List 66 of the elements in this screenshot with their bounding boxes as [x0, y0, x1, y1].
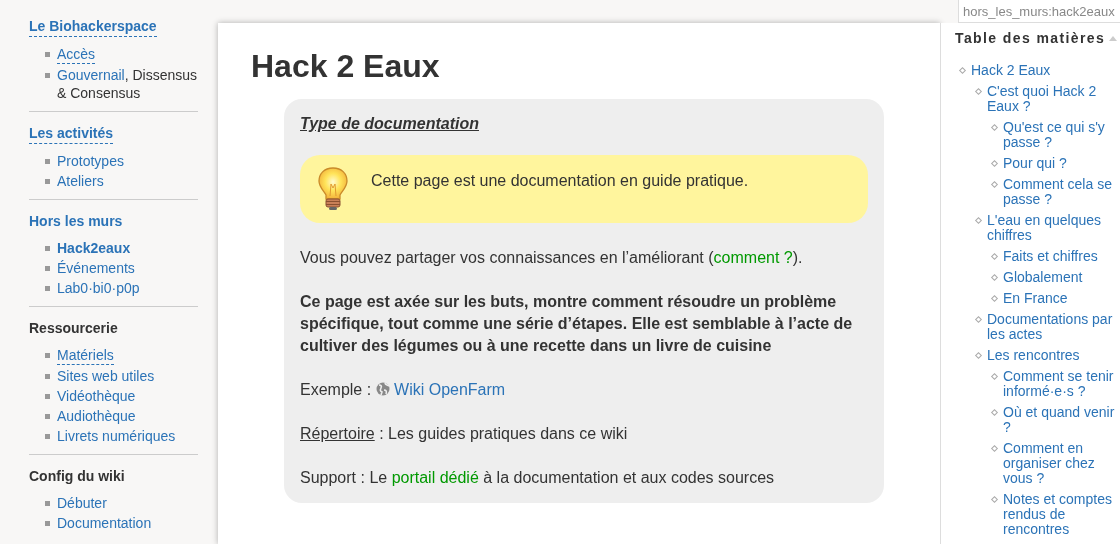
- sidebar-heading[interactable]: Hors les murs: [29, 211, 123, 231]
- sidebar-link[interactable]: Vidéothèque: [57, 387, 136, 405]
- bullet-icon: [45, 246, 50, 251]
- bullet-icon: [45, 434, 50, 439]
- globe-icon: [375, 382, 390, 396]
- paragraph: Répertoire : Les guides pratiques dans ce wiki: [300, 424, 629, 444]
- sidebar-link[interactable]: Sites web utiles: [57, 367, 155, 385]
- sidebar-heading: Ressourcerie: [29, 319, 118, 338]
- toc-link[interactable]: Comment en organiser chez vous ?: [1003, 440, 1120, 491]
- bullet-icon: [45, 52, 50, 57]
- toc-link[interactable]: En France: [1003, 290, 1120, 311]
- toc-link[interactable]: L'eau en quelques chiffres: [987, 212, 1120, 248]
- panel-heading: Type de documentation: [300, 115, 479, 133]
- sidebar-link[interactable]: Hack2eaux: [57, 239, 131, 257]
- toc-link[interactable]: Hack 2 Eaux: [971, 62, 1120, 83]
- note-text: Cette page est une documentation en guide pratique.: [371, 172, 749, 190]
- toc-link[interactable]: Comment cela se passe ?: [1003, 176, 1120, 212]
- bullet-icon: [45, 414, 50, 419]
- toc-link[interactable]: Faits et chiffres: [1003, 248, 1120, 269]
- bullet-icon: [45, 374, 50, 379]
- link[interactable]: portail dédié: [391, 469, 479, 486]
- bullet-icon: [45, 266, 50, 271]
- toc-link[interactable]: Les rencontres: [987, 347, 1120, 368]
- sidebar-heading[interactable]: Le Biohackerspace: [29, 16, 157, 37]
- link[interactable]: Répertoire: [300, 425, 375, 442]
- bullet-icon: [45, 286, 50, 291]
- sidebar-link[interactable]: Prototypes: [57, 152, 124, 170]
- paragraph: Support : Le portail dédié à la documentation et aux codes sources: [300, 468, 776, 488]
- toc-title: Table des matières: [955, 30, 1106, 46]
- bullet-icon: [45, 159, 50, 164]
- external-link[interactable]: Wiki OpenFarm: [394, 381, 506, 398]
- link[interactable]: comment ?: [713, 249, 793, 266]
- sidebar-heading: Config du wiki: [29, 467, 125, 486]
- sidebar-link[interactable]: Audiothèque: [57, 407, 136, 425]
- bullet-icon: [45, 501, 50, 506]
- toc-link[interactable]: C'est quoi Hack 2 Eaux ?: [987, 83, 1120, 119]
- light-bulb-icon: [315, 166, 351, 212]
- sidebar-link[interactable]: Documentation: [57, 514, 152, 532]
- bullet-icon: [45, 73, 50, 78]
- toc-link[interactable]: Documentations par les actes: [987, 311, 1120, 347]
- sidebar-link[interactable]: Gouvernail: [57, 67, 125, 83]
- paragraph: Vous pouvez partager vos connaissances en l’améliorant (comment ?).: [300, 248, 804, 268]
- bullet-icon: [45, 353, 50, 358]
- toc-link[interactable]: Comment se tenir informé·e·s ?: [1003, 368, 1120, 404]
- sidebar-link[interactable]: Débuter: [57, 494, 107, 512]
- sidebar-link[interactable]: Livrets numériques: [57, 427, 176, 445]
- bullet-icon: [45, 394, 50, 399]
- sidebar-link[interactable]: Événements: [57, 259, 135, 277]
- sidebar-link[interactable]: Accès: [57, 45, 96, 64]
- bullet-icon: [45, 521, 50, 526]
- bullet-icon: [45, 179, 50, 184]
- paragraph: Exemple : Wiki OpenFarm: [300, 380, 507, 400]
- page-title: Hack 2 Eaux: [251, 47, 441, 86]
- toc-link[interactable]: Pour qui ?: [1003, 155, 1120, 176]
- collapse-icon[interactable]: [1109, 35, 1118, 41]
- sidebar-link[interactable]: Ateliers: [57, 172, 104, 190]
- sidebar-link[interactable]: Matériels: [57, 346, 114, 365]
- sidebar-link[interactable]: Lab0·bi0·p0p: [57, 279, 140, 297]
- toc-link[interactable]: Globalement: [1003, 269, 1120, 290]
- paragraph: Ce page est axée sur les buts, montre comment résoudre un problème spécifique, tout comme une série d’étapes. Elle est semblable à l’acte de cultiver des légumes ou à une recette dans un livre de cuisine: [300, 292, 854, 356]
- toc-link[interactable]: Notes et comptes rendus de rencontres: [1003, 491, 1120, 542]
- sidebar-heading[interactable]: Les activités: [29, 123, 114, 144]
- toc-link[interactable]: Où et quand venir ?: [1003, 404, 1120, 440]
- toc-link[interactable]: Qu'est ce qui s'y passe ?: [1003, 119, 1120, 155]
- page-path: hors_les_murs:hack2eaux: [958, 0, 1120, 23]
- sidebar-text: Gouvernail, Dissensus & Consensus: [57, 66, 198, 102]
